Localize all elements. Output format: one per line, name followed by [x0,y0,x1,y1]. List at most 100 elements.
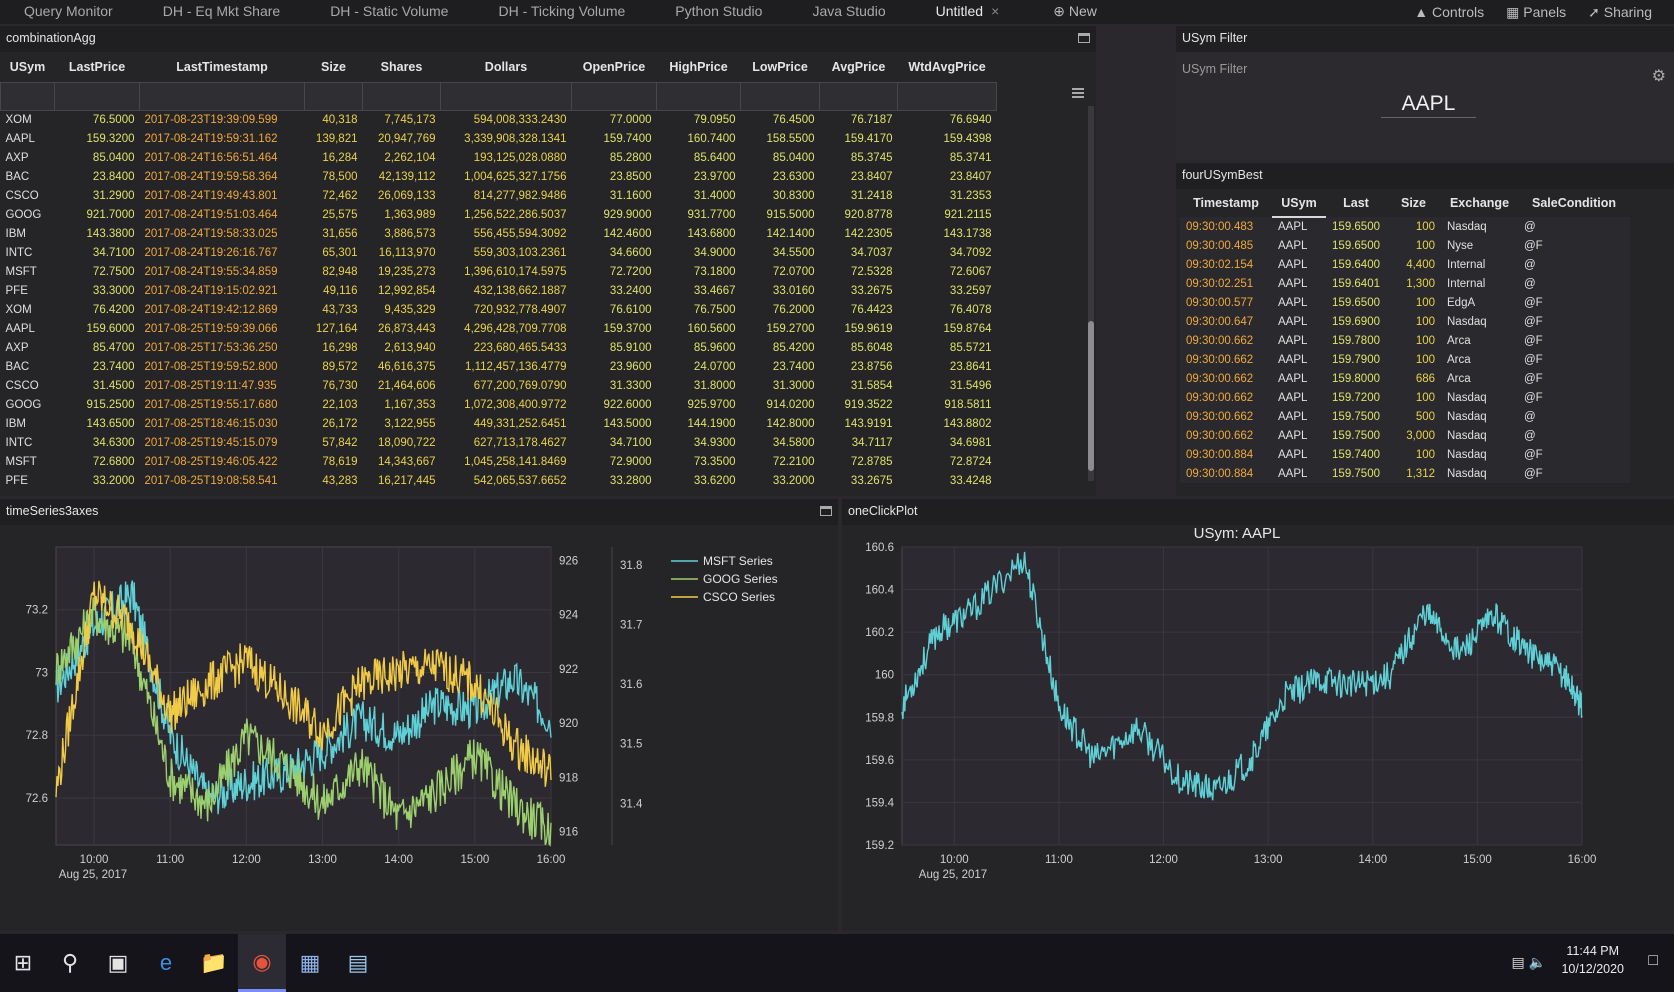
column-header[interactable]: Size [305,52,363,82]
app-icon[interactable]: ▦ [286,934,334,992]
chrome-icon[interactable]: ◉ [238,934,286,992]
table-row[interactable]: 09:30:00.662 AAPL 159.7500 3,000 Nasdaq @ [1180,426,1630,445]
table-row[interactable]: AXP 85.0400 2017-08-24T16:56:51.464 16,284 2… [1,148,997,167]
table-row[interactable]: MSFT 72.7500 2017-08-24T19:55:34.859 82,948… [1,262,997,281]
table-cell: 73.1800 [693,265,736,278]
column-header[interactable]: SaleCondition [1518,189,1630,217]
panels-button[interactable]: ▦ Panels [1506,4,1566,21]
table-row[interactable]: IBM 143.6500 2017-08-25T18:46:15.030 26,172… [1,414,997,433]
close-tab-icon[interactable]: × [991,3,999,19]
column-filter-input[interactable] [819,81,898,111]
timeseries-chart[interactable]: 10:00 11:00 12:00 13:00 14:00 15:00 16:00 Aug 2… [0,525,838,931]
edge-browser-icon[interactable]: e [142,934,190,992]
column-header[interactable]: Shares [363,52,441,82]
tab-python-studio[interactable]: Python Studio [651,0,788,24]
tab-dh-static-volume[interactable]: DH - Static Volume [306,0,474,24]
table-row[interactable]: AAPL 159.3200 2017-08-24T19:59:31.162 139,8… [1,129,997,148]
column-filter-input[interactable] [304,81,363,111]
column-filter-input[interactable] [656,81,741,111]
tab-untitled[interactable]: Untitled × [912,0,1026,24]
column-header[interactable]: HighPrice [657,52,741,82]
column-header[interactable]: LastTimestamp [140,52,305,82]
tab-dh-ticking-volume[interactable]: DH - Ticking Volume [474,0,651,24]
column-header[interactable]: OpenPrice [572,52,657,82]
table-row[interactable]: BAC 23.7400 2017-08-25T19:59:52.800 89,572 4… [1,357,997,376]
table-row[interactable]: 09:30:00.483 AAPL 159.6500 100 Nasdaq @ [1180,217,1630,236]
column-filter-input[interactable] [362,81,441,111]
table-row[interactable]: AXP 85.4700 2017-08-25T17:53:36.250 16,298 2… [1,338,997,357]
table-row[interactable]: 09:30:00.884 AAPL 159.7400 100 Nasdaq @F [1180,445,1630,464]
table-row[interactable]: PFE 33.2000 2017-08-25T19:08:58.541 43,283 1… [1,471,997,490]
column-filter-input[interactable] [139,81,305,111]
new-tab-button[interactable]: ⊕ New [1029,0,1123,24]
table-cell: 14,343,667 [377,455,436,468]
task-view-icon[interactable]: ▣ [94,934,142,992]
usym-filter-input[interactable]: AAPL [1381,90,1476,118]
table-row[interactable]: IBM 143.3800 2017-08-24T19:58:33.025 31,656… [1,224,997,243]
table-row[interactable]: XOM 76.5000 2017-08-23T19:39:09.599 40,318 7… [1,110,997,129]
table-row[interactable]: PFE 33.3000 2017-08-24T19:15:02.921 49,116 1… [1,281,997,300]
tab-query-monitor[interactable]: Query Monitor [0,0,139,24]
notepad-icon[interactable]: ▤ [334,934,382,992]
column-header[interactable]: USym [1272,189,1326,218]
table-cell: 34.7092 [949,246,992,259]
column-filter-input[interactable] [571,81,657,111]
table-cell: 143.5000 [603,417,652,430]
column-filter-input[interactable] [740,81,820,111]
column-filter-input[interactable] [440,81,572,111]
table-row[interactable]: 09:30:00.662 AAPL 159.8000 686 Arca @F [1180,369,1630,388]
table-row[interactable]: BAC 23.8400 2017-08-24T19:59:58.364 78,500 4… [1,167,997,186]
column-header[interactable]: USym [1,52,55,82]
gear-icon[interactable]: ⚙ [1652,66,1666,86]
notification-icon[interactable]: □ [1648,952,1658,970]
column-header[interactable]: AvgPrice [820,52,898,82]
search-icon[interactable]: ⚲ [46,934,94,992]
grid-menu-icon[interactable] [1072,88,1084,98]
column-header[interactable]: Exchange [1441,189,1518,217]
table-row[interactable]: 09:30:02.154 AAPL 159.6400 4,400 Internal @ [1180,255,1630,274]
table-row[interactable]: 09:30:00.647 AAPL 159.6900 100 Nasdaq @F [1180,312,1630,331]
table-row[interactable]: 09:30:00.662 AAPL 159.7900 100 Arca @F [1180,350,1630,369]
table-row[interactable]: INTC 34.7100 2017-08-24T19:26:16.767 65,301… [1,243,997,262]
column-header[interactable]: Last [1326,189,1386,217]
table-row[interactable]: 09:30:00.662 AAPL 159.7500 500 Nasdaq @ [1180,407,1630,426]
column-header[interactable]: Timestamp [1180,189,1272,217]
table-cell: 09:30:00.662 [1186,353,1254,366]
scrollbar-thumb[interactable] [1088,321,1094,471]
column-filter-input[interactable] [0,81,55,111]
column-header[interactable]: LastPrice [55,52,140,82]
maximize-icon[interactable] [820,506,832,516]
aapl-price-chart[interactable]: USym: AAPL 10:00 11:00 12:00 13:00 14:00 15:00… [842,525,1674,931]
table-row[interactable]: 09:30:00.577 AAPL 159.6500 100 EdgA @F [1180,293,1630,312]
table-row[interactable]: 09:30:00.662 AAPL 159.7800 100 Arca @F [1180,331,1630,350]
column-header[interactable]: LowPrice [741,52,820,82]
table-row[interactable]: AAPL 159.6000 2017-08-25T19:59:39.066 127,1… [1,319,997,338]
column-filter-input[interactable] [897,81,997,111]
controls-button[interactable]: ▲ Controls [1414,4,1484,20]
maximize-icon[interactable] [1078,33,1090,43]
table-row[interactable]: XOM 76.4200 2017-08-24T19:42:12.869 43,733 9… [1,300,997,319]
table-row[interactable]: CSCO 31.4500 2017-08-25T19:11:47.935 76,730… [1,376,997,395]
file-explorer-icon[interactable]: 📁 [190,934,238,992]
table-row[interactable]: INTC 34.6300 2017-08-25T19:45:15.079 57,842… [1,433,997,452]
table-row[interactable]: GOOG 915.2500 2017-08-25T19:55:17.680 22,10… [1,395,997,414]
table-row[interactable]: 09:30:00.884 AAPL 159.7500 1,312 Nasdaq @F [1180,464,1630,483]
table-row[interactable]: 09:30:02.251 AAPL 159.6401 1,300 Internal @ [1180,274,1630,293]
table-row[interactable]: 09:30:00.662 AAPL 159.7200 100 Nasdaq @F [1180,388,1630,407]
table-cell: 449,331,252.6451 [473,417,567,430]
column-header[interactable]: Size [1386,189,1441,217]
column-filter-input[interactable] [54,81,140,111]
table-row[interactable]: 09:30:00.485 AAPL 159.6500 100 Nyse @F [1180,236,1630,255]
tray-icons[interactable]: ▤ 🔈 [1511,954,1546,971]
windows-start-icon[interactable]: ⊞ [0,934,46,992]
table-row[interactable]: GOOG 921.7000 2017-08-24T19:51:03.464 25,57… [1,205,997,224]
taskbar-clock[interactable]: 11:44 PM 10/12/2020 [1561,942,1624,978]
column-header[interactable]: WtdAvgPrice [898,52,997,82]
tab-dh-eq-mkt-share[interactable]: DH - Eq Mkt Share [139,0,306,24]
table-row[interactable]: MSFT 72.6800 2017-08-25T19:46:05.422 78,619… [1,452,997,471]
column-header[interactable]: Dollars [441,52,572,82]
tab-java-studio[interactable]: Java Studio [788,0,911,24]
vertical-scrollbar[interactable] [1088,106,1094,481]
table-row[interactable]: CSCO 31.2900 2017-08-24T19:49:43.801 72,462… [1,186,997,205]
sharing-button[interactable]: ➚ Sharing [1588,4,1652,21]
